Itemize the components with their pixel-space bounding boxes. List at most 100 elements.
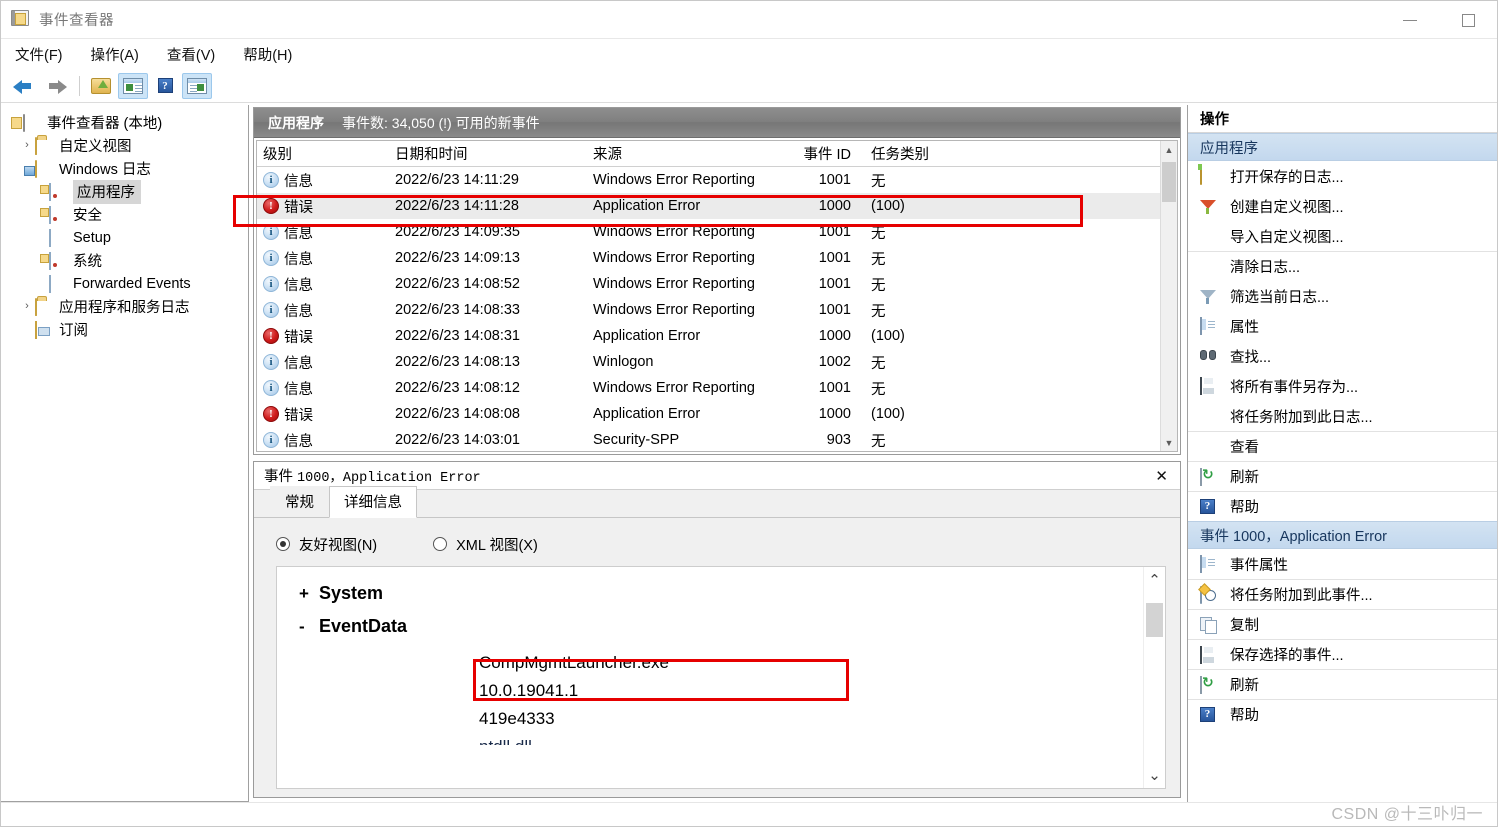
action-item-0-10[interactable]: 刷新 xyxy=(1188,461,1497,491)
column-header-level[interactable]: 级别 xyxy=(257,143,389,164)
radio-friendly-view[interactable]: 友好视图(N) xyxy=(276,534,377,555)
sidebar-item-applications-and-services-logs[interactable]: › 应用程序和服务日志 xyxy=(1,295,248,318)
window-title: 事件查看器 xyxy=(39,13,114,29)
tab-general[interactable]: 常规 xyxy=(270,486,329,517)
action-item-1-1[interactable]: 将任务附加到此事件... xyxy=(1188,579,1497,609)
xml-scrollbar[interactable]: ⌃ ⌄ xyxy=(1143,567,1165,788)
sidebar-item-application[interactable]: 应用程序 xyxy=(1,179,248,204)
xml-value-app-version: 10.0.19041.1 xyxy=(479,681,579,701)
xml-node-system[interactable]: + System xyxy=(299,583,1143,604)
cell-level: ! 错误 xyxy=(257,404,389,425)
error-icon: ! xyxy=(263,328,279,344)
action-item-0-7[interactable]: 将所有事件另存为... xyxy=(1188,371,1497,401)
cell-task-category: (100) xyxy=(871,328,905,344)
close-detail-icon[interactable]: ✕ xyxy=(1151,467,1172,485)
information-icon: i xyxy=(263,432,279,448)
scrollbar-track[interactable] xyxy=(1161,158,1177,434)
sidebar-item-setup[interactable]: Setup xyxy=(1,226,248,249)
action-item-0-4[interactable]: 筛选当前日志... xyxy=(1188,281,1497,311)
scrollbar-thumb[interactable] xyxy=(1162,162,1176,202)
forward-arrow-icon xyxy=(45,78,67,94)
collapse-minus-icon[interactable]: - xyxy=(299,617,319,637)
action-item-1-0[interactable]: 事件属性 xyxy=(1188,549,1497,579)
expand-plus-icon[interactable]: + xyxy=(299,584,319,604)
table-row[interactable]: i 信息 2022/6/23 14:08:12 Windows Error Repor… xyxy=(257,375,1160,401)
menu-view[interactable]: 查看(V) xyxy=(167,44,215,65)
scrollbar-track[interactable] xyxy=(1144,593,1165,762)
table-row[interactable]: i 信息 2022/6/23 14:08:33 Windows Error Repor… xyxy=(257,297,1160,323)
help-button[interactable]: ? xyxy=(150,73,180,99)
menu-file[interactable]: 文件(F) xyxy=(15,44,63,65)
table-row[interactable]: i 信息 2022/6/23 14:09:35 Windows Error Repor… xyxy=(257,219,1160,245)
sidebar-item-subscriptions[interactable]: 订阅 xyxy=(1,318,248,341)
column-header-event-id[interactable]: 事件 ID xyxy=(795,143,857,164)
scrollbar-thumb[interactable] xyxy=(1146,603,1163,637)
table-row[interactable]: ! 错误 2022/6/23 14:11:28 Application Error 10… xyxy=(257,193,1160,219)
action-item-1-5[interactable]: ? 帮助 xyxy=(1188,699,1497,729)
scroll-down-icon[interactable]: ⌄ xyxy=(1148,762,1161,788)
sidebar-item-system[interactable]: 系统 xyxy=(1,249,248,272)
cell-task-category: 无 xyxy=(871,303,886,320)
open-folder-icon xyxy=(1200,167,1218,185)
table-row[interactable]: i 信息 2022/6/23 14:08:52 Windows Error Repor… xyxy=(257,271,1160,297)
action-item-0-3[interactable]: 清除日志... xyxy=(1188,251,1497,281)
forward-button[interactable] xyxy=(41,73,71,99)
sidebar-item-forwarded-events[interactable]: Forwarded Events xyxy=(1,272,248,295)
cell-event-id: 1001 xyxy=(818,380,851,396)
chevron-right-icon[interactable]: › xyxy=(19,301,35,312)
action-item-0-5[interactable]: 属性 xyxy=(1188,311,1497,341)
table-row[interactable]: i 信息 2022/6/23 14:03:01 Security-SPP 903 无 xyxy=(257,427,1160,451)
table-row[interactable]: ! 错误 2022/6/23 14:08:08 Application Error 10… xyxy=(257,401,1160,427)
cell-source: Windows Error Reporting xyxy=(593,250,755,266)
show-hide-action-pane-button[interactable] xyxy=(182,72,212,99)
column-header-task-category[interactable]: 任务类别 xyxy=(857,143,937,164)
action-item-0-0[interactable]: 打开保存的日志... xyxy=(1188,161,1497,191)
plain-page-icon xyxy=(49,228,67,247)
xml-node-eventdata[interactable]: - EventData xyxy=(299,616,1143,637)
scroll-down-icon[interactable]: ▼ xyxy=(1161,434,1178,451)
maximize-button[interactable] xyxy=(1439,1,1497,39)
chevron-right-icon[interactable]: › xyxy=(19,140,35,151)
action-item-1-4[interactable]: 刷新 xyxy=(1188,669,1497,699)
action-item-0-11[interactable]: ? 帮助 xyxy=(1188,491,1497,521)
show-hide-console-tree-button[interactable] xyxy=(118,72,148,99)
action-item-label: 将任务附加到此事件... xyxy=(1230,588,1373,604)
windows-logs-folder-icon xyxy=(35,159,53,178)
action-item-1-2[interactable]: 复制 xyxy=(1188,609,1497,639)
action-item-0-2[interactable]: 导入自定义视图... xyxy=(1188,221,1497,251)
scroll-up-icon[interactable]: ▲ xyxy=(1161,141,1178,158)
actions-list: 应用程序 打开保存的日志... 创建自定义视图... 导入自定义视图... 清除日志..… xyxy=(1188,133,1497,729)
scroll-up-icon[interactable]: ⌃ xyxy=(1148,567,1161,593)
radio-xml-view[interactable]: XML 视图(X) xyxy=(433,534,538,555)
event-list-scrollbar[interactable]: ▲ ▼ xyxy=(1160,141,1177,451)
action-item-0-6[interactable]: 查找... xyxy=(1188,341,1497,371)
table-row[interactable]: i 信息 2022/6/23 14:08:13 Winlogon 1002 无 xyxy=(257,349,1160,375)
sidebar-item-windows-logs[interactable]: ⌄ Windows 日志 xyxy=(1,157,248,180)
sidebar-item-security[interactable]: 安全 xyxy=(1,203,248,226)
up-one-level-button[interactable] xyxy=(86,73,116,99)
event-list-body: 级别 日期和时间 来源 事件 ID 任务类别 i 信息 2022/6/23 14:1… xyxy=(256,140,1178,452)
action-item-0-8[interactable]: 将任务附加到此日志... xyxy=(1188,401,1497,431)
cell-date-time: 2022/6/23 14:08:31 xyxy=(395,328,520,344)
action-item-0-1[interactable]: 创建自定义视图... xyxy=(1188,191,1497,221)
minimize-button[interactable] xyxy=(1381,1,1439,39)
xml-value-app-name: CompMgmtLauncher.exe xyxy=(479,653,669,672)
menu-help[interactable]: 帮助(H) xyxy=(243,44,292,65)
menu-action[interactable]: 操作(A) xyxy=(91,44,139,65)
help-icon: ? xyxy=(157,78,173,93)
back-button[interactable] xyxy=(9,73,39,99)
action-item-label: 将任务附加到此日志... xyxy=(1230,409,1373,426)
main-content: 事件查看器 (本地) › 自定义视图 ⌄ Windows 日志 应用程序 安全 xyxy=(1,105,1497,802)
sidebar-item-custom-views[interactable]: › 自定义视图 xyxy=(1,134,248,157)
table-row[interactable]: i 信息 2022/6/23 14:09:13 Windows Error Repor… xyxy=(257,245,1160,271)
cell-source: Application Error xyxy=(593,406,701,422)
tree-root-event-viewer[interactable]: 事件查看器 (本地) xyxy=(1,111,248,134)
table-row[interactable]: i 信息 2022/6/23 14:11:29 Windows Error Repor… xyxy=(257,167,1160,193)
action-item-1-3[interactable]: 保存选择的事件... xyxy=(1188,639,1497,669)
column-header-source[interactable]: 来源 xyxy=(587,143,795,164)
table-row[interactable]: ! 错误 2022/6/23 14:08:31 Application Error 10… xyxy=(257,323,1160,349)
column-header-date-time[interactable]: 日期和时间 xyxy=(389,143,587,164)
tab-details[interactable]: 详细信息 xyxy=(329,486,417,518)
action-item-0-9[interactable]: 查看 xyxy=(1188,431,1497,461)
maximize-icon xyxy=(1461,13,1475,27)
